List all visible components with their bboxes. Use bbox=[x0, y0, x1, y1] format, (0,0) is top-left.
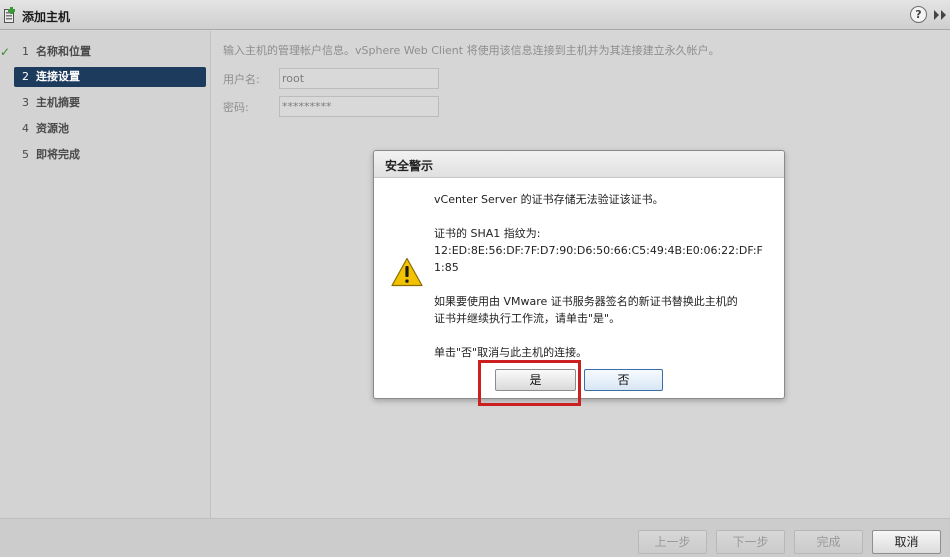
step-number: 3 bbox=[22, 96, 29, 109]
step-number: 2 bbox=[22, 70, 29, 83]
step-label: 主机摘要 bbox=[36, 96, 80, 109]
certificate-fingerprint: 12:ED:8E:56:DF:7F:D7:90:D6:50:66:C5:49:4… bbox=[434, 244, 763, 257]
step-label: 资源池 bbox=[36, 122, 69, 135]
dialog-message-line: 证书的 SHA1 指纹为: bbox=[434, 227, 541, 240]
dialog-message-line: 如果要使用由 VMware 证书服务器签名的新证书替换此主机的 bbox=[434, 295, 738, 308]
step-label: 连接设置 bbox=[36, 70, 80, 83]
password-input[interactable] bbox=[279, 96, 439, 117]
step-number: 5 bbox=[22, 148, 29, 161]
warning-icon bbox=[391, 257, 423, 287]
next-button[interactable]: 下一步 bbox=[716, 530, 785, 554]
help-icon[interactable]: ? bbox=[910, 6, 927, 23]
step-label: 即将完成 bbox=[36, 148, 80, 161]
finish-button[interactable]: 完成 bbox=[794, 530, 863, 554]
security-alert-dialog: 安全警示 vCenter Server 的证书存储无法验证该证书。 证书的 SH… bbox=[373, 150, 785, 399]
wizard-steps-sidebar: ✓ 1 名称和位置 2 连接设置 3 主机摘要 4 资源池 5 即将完成 bbox=[0, 31, 211, 518]
cancel-button[interactable]: 取消 bbox=[872, 530, 941, 554]
instructions-text: 输入主机的管理帐户信息。vSphere Web Client 将使用该信息连接到… bbox=[223, 44, 720, 57]
window-title: 添加主机 bbox=[22, 10, 71, 24]
add-host-icon bbox=[4, 7, 15, 23]
wizard-step-resource-pool[interactable]: 4 资源池 bbox=[14, 119, 206, 139]
certificate-fingerprint: 1:85 bbox=[434, 261, 459, 274]
wizard-step-ready-to-complete[interactable]: 5 即将完成 bbox=[14, 145, 206, 165]
check-icon: ✓ bbox=[0, 45, 11, 59]
step-number: 4 bbox=[22, 122, 29, 135]
dialog-header: 安全警示 bbox=[374, 151, 784, 178]
username-label: 用户名: bbox=[223, 73, 260, 86]
wizard-step-name-location[interactable]: ✓ 1 名称和位置 bbox=[0, 42, 206, 62]
dialog-message-line: 证书并继续执行工作流，请单击"是"。 bbox=[434, 312, 621, 325]
step-number: 1 bbox=[22, 45, 29, 58]
window-title-bar: 添加主机 ? bbox=[0, 0, 950, 30]
forward-icon[interactable] bbox=[932, 7, 948, 23]
step-label: 名称和位置 bbox=[36, 45, 91, 58]
yes-button[interactable]: 是 bbox=[495, 369, 576, 391]
dialog-message-line: 单击"否"取消与此主机的连接。 bbox=[434, 346, 588, 359]
back-button[interactable]: 上一步 bbox=[638, 530, 707, 554]
username-input[interactable] bbox=[279, 68, 439, 89]
dialog-message-line: vCenter Server 的证书存储无法验证该证书。 bbox=[434, 193, 664, 206]
dialog-title: 安全警示 bbox=[385, 159, 434, 173]
wizard-footer: 上一步 下一步 完成 取消 bbox=[0, 518, 950, 557]
wizard-step-host-summary[interactable]: 3 主机摘要 bbox=[14, 93, 206, 113]
wizard-step-connection-settings[interactable]: 2 连接设置 bbox=[14, 67, 206, 87]
no-button[interactable]: 否 bbox=[584, 369, 663, 391]
password-label: 密码: bbox=[223, 101, 249, 114]
